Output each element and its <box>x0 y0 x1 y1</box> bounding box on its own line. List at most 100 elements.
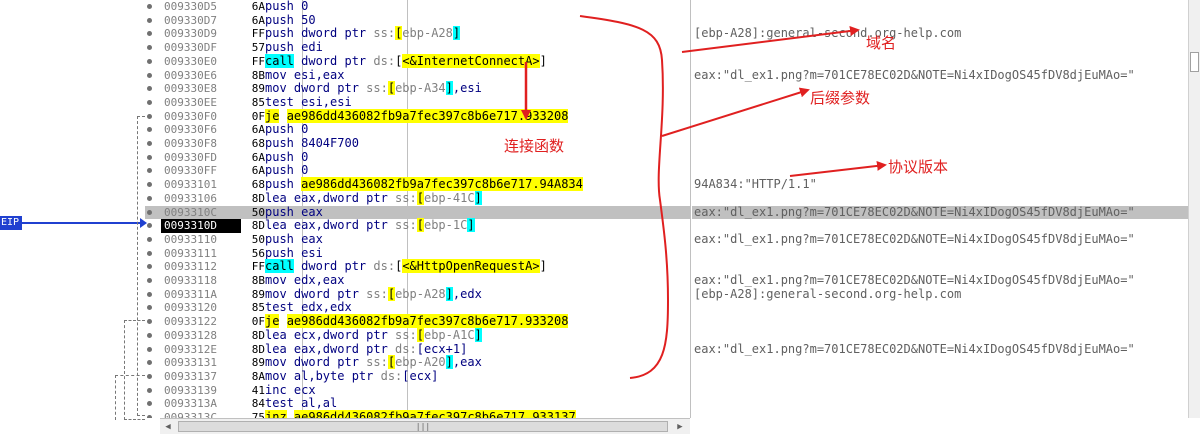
code-row[interactable]: 009330EE 85 test esi,esi <box>145 95 690 110</box>
row-opcode-byte: 57 <box>251 41 265 55</box>
code-row[interactable]: 00933110 50 push eax <box>145 232 690 247</box>
breakpoint-dot-icon[interactable] <box>147 332 152 338</box>
breakpoint-dot-icon[interactable] <box>147 195 152 201</box>
code-row[interactable]: 00933128 8D lea ecx,dword ptr ss:[ebp-A1C] <box>145 327 690 343</box>
breakpoint-dot-icon[interactable] <box>147 58 152 64</box>
code-row[interactable]: 009330E6 8B mov esi,eax <box>145 68 690 83</box>
row-address: 009330F8 <box>164 137 217 150</box>
breakpoint-dot-icon[interactable] <box>147 127 152 133</box>
breakpoint-dot-icon[interactable] <box>147 154 152 160</box>
code-row[interactable]: 0093313A 84 test al,al <box>145 396 690 411</box>
code-row[interactable]: 009330F8 68 push 8404F700 <box>145 136 690 151</box>
instruction-token: ebp-A1C <box>423 327 475 342</box>
breakpoint-dot-icon[interactable] <box>147 236 152 242</box>
row-address: 00933112 <box>164 260 217 274</box>
eip-marker[interactable]: EIP <box>0 216 22 230</box>
row-address: 009330E6 <box>164 68 217 82</box>
breakpoint-dot-icon[interactable] <box>147 387 152 393</box>
vertical-scrollbar[interactable] <box>1188 0 1200 418</box>
instruction-token: je <box>265 314 280 329</box>
row-opcode-byte: 8B <box>251 274 265 287</box>
code-row[interactable]: 009330F0 0F je ae986dd436082fb9a7fec397c8b… <box>145 108 690 124</box>
breakpoint-dot-icon[interactable] <box>147 250 152 256</box>
row-address: 00933118 <box>164 274 217 287</box>
comment-text: eax:"dl_ex1.png?m=701CE78EC02D&NOTE=Ni4x… <box>694 204 1135 219</box>
instruction-token: push 0 <box>265 163 309 178</box>
scroll-right-icon[interactable]: ▶ <box>674 421 686 433</box>
code-row[interactable]: 009330D9 FF push dword ptr ss:[ebp-A28] <box>145 26 690 41</box>
breakpoint-dot-icon[interactable] <box>147 305 152 311</box>
breakpoint-dot-icon[interactable] <box>147 45 152 51</box>
row-address: 00933106 <box>164 191 217 205</box>
instruction-token: ae986dd436082fb9a7fec397c8b6e717.933208 <box>286 108 569 123</box>
breakpoint-dot-icon[interactable] <box>147 4 152 9</box>
horizontal-scroll-thumb[interactable]: ||| <box>178 421 668 432</box>
breakpoint-dot-icon[interactable] <box>147 182 152 188</box>
code-row[interactable]: 0093312E 8D lea eax,dword ptr ds:[ecx+1] <box>145 342 690 357</box>
breakpoint-dot-icon[interactable] <box>147 360 152 366</box>
row-opcode-byte: 85 <box>251 95 265 109</box>
breakpoint-dot-icon[interactable] <box>147 278 152 283</box>
comments-pane[interactable]: [ebp-A28]:general-second.org-help.com eax… <box>692 0 1188 418</box>
breakpoint-dot-icon[interactable] <box>147 99 152 105</box>
code-row[interactable]: 00933112 FF call dword ptr ds:[<&HttpOpenR… <box>145 259 690 274</box>
instruction-token: ] <box>474 190 482 205</box>
row-instruction: push 0 <box>265 122 308 137</box>
code-row[interactable]: 009330F6 6A push 0 <box>145 122 690 137</box>
instruction-token: ] <box>467 218 475 233</box>
instruction-token: push eax <box>265 204 323 219</box>
row-instruction: push esi <box>265 246 323 261</box>
breakpoint-dot-icon[interactable] <box>147 168 152 174</box>
breakpoint-dot-icon[interactable] <box>147 291 152 297</box>
code-row[interactable]: 0093311A 89 mov dword ptr ss:[ebp-A28],edx <box>145 286 690 302</box>
code-row[interactable]: 009330E0 FF call dword ptr ds:[<&InternetC… <box>145 53 690 69</box>
breakpoint-dot-icon[interactable] <box>147 31 152 37</box>
breakpoint-dot-icon[interactable] <box>147 401 152 407</box>
vertical-scroll-thumb[interactable] <box>1190 52 1199 72</box>
breakpoint-dot-icon[interactable] <box>147 415 152 418</box>
row-address: 0093313C <box>164 411 217 418</box>
breakpoint-dot-icon[interactable] <box>147 17 152 23</box>
breakpoint-dot-icon[interactable] <box>147 264 152 270</box>
code-row[interactable]: 00933131 89 mov dword ptr ss:[ebp-A20],eax <box>145 355 690 370</box>
code-row[interactable]: 0093313C 75 jnz ae986dd436082fb9a7fec397c8… <box>145 410 690 418</box>
code-row[interactable]: 0093310C 50 push eax <box>145 204 690 220</box>
instruction-token: ] <box>445 286 453 301</box>
breakpoint-dot-icon[interactable] <box>147 209 152 215</box>
horizontal-scrollbar[interactable]: ◀ ||| ▶ <box>160 418 690 434</box>
code-row[interactable]: 00933118 8B mov edx,eax <box>145 273 690 288</box>
code-row[interactable]: 009330D7 6A push 50 <box>145 13 690 28</box>
code-row[interactable]: 009330DF 57 push edi <box>145 40 690 55</box>
row-instruction: mov al,byte ptr ds:[ecx] <box>265 369 438 384</box>
code-row[interactable]: 00933101 68 push ae986dd436082fb9a7fec397c… <box>145 177 690 192</box>
code-row[interactable]: 009330FF 6A push 0 <box>145 164 690 178</box>
instruction-token: mov edx,eax <box>265 273 345 287</box>
row-instruction: mov esi,eax <box>265 68 344 83</box>
row-opcode-byte: 6A <box>251 150 265 164</box>
code-row[interactable]: 0093310D 8D lea eax,dword ptr ss:[ebp-1C] <box>145 218 690 233</box>
code-row[interactable]: 009330FD 6A push 0 <box>145 150 690 165</box>
instruction-token: ss: <box>366 355 388 370</box>
instruction-token: ebp-A28 <box>402 26 453 41</box>
breakpoint-dot-icon[interactable] <box>147 346 152 352</box>
breakpoint-dot-icon[interactable] <box>147 113 152 119</box>
instruction-token: push 0 <box>265 0 309 13</box>
disassembly-pane[interactable]: 009330D5 6A push 0 009330D7 6A push 50 009330D… <box>145 0 690 418</box>
code-row[interactable]: 00933137 8A mov al,byte ptr ds:[ecx] <box>145 369 690 384</box>
code-row[interactable]: 009330E8 89 mov dword ptr ss:[ebp-A34],esi <box>145 81 690 96</box>
code-row[interactable]: 009330D5 6A push 0 <box>145 0 690 14</box>
breakpoint-dot-icon[interactable] <box>147 72 152 78</box>
code-row[interactable]: 00933139 41 inc ecx <box>145 382 690 398</box>
instruction-token: ss: <box>395 218 417 233</box>
instruction-token: inc ecx <box>265 382 316 397</box>
code-row[interactable]: 00933111 56 push esi <box>145 246 690 261</box>
code-row[interactable]: 00933120 85 test edx,edx <box>145 301 690 315</box>
breakpoint-dot-icon[interactable] <box>147 319 152 325</box>
code-row[interactable]: 00933122 0F je ae986dd436082fb9a7fec397c8b… <box>145 314 690 329</box>
breakpoint-dot-icon[interactable] <box>147 86 152 92</box>
breakpoint-dot-icon[interactable] <box>147 141 152 146</box>
breakpoint-dot-icon[interactable] <box>147 223 152 229</box>
code-row[interactable]: 00933106 8D lea eax,dword ptr ss:[ebp-41C] <box>145 190 690 206</box>
scroll-left-icon[interactable]: ◀ <box>162 421 174 433</box>
breakpoint-dot-icon[interactable] <box>147 373 152 379</box>
